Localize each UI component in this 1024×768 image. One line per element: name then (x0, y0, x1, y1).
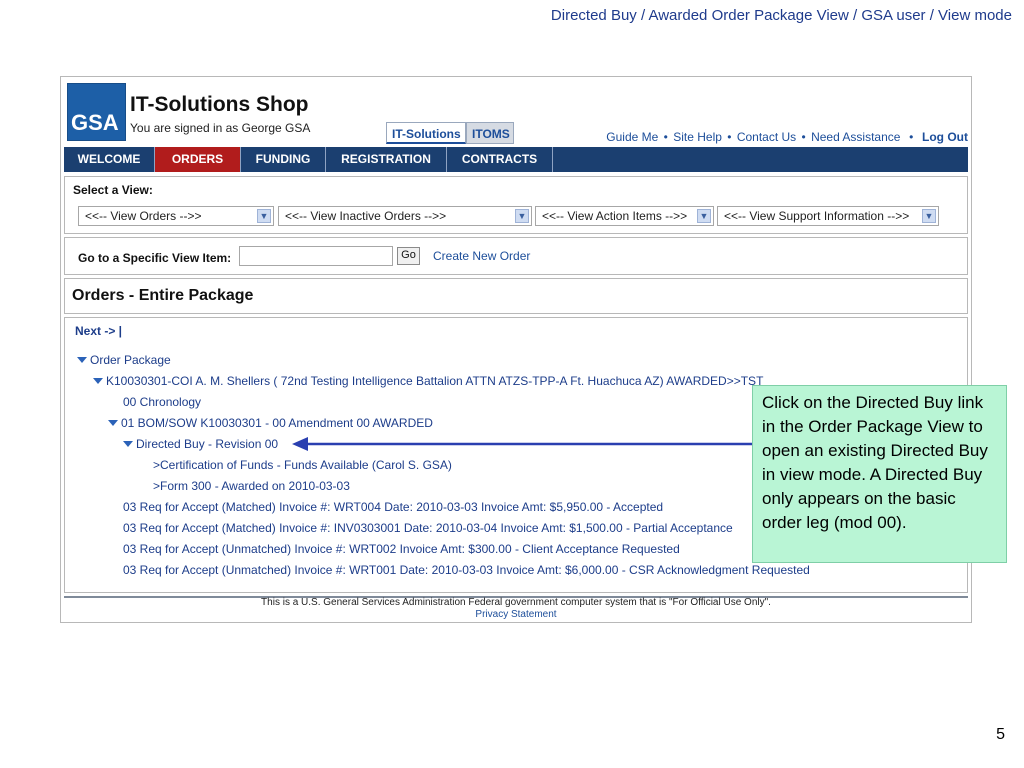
tree-label: >Certification of Funds - Funds Availabl… (153, 458, 452, 472)
tree-label: 03 Req for Accept (Unmatched) Invoice #:… (123, 542, 680, 556)
go-button[interactable]: Go (397, 247, 420, 265)
footer-notice: This is a U.S. General Services Administ… (261, 597, 771, 608)
tree-label: K10030301-COI A. M. Shellers ( 72nd Test… (106, 374, 764, 388)
tree-chronology[interactable]: 00 Chronology (123, 395, 201, 411)
callout-arrow (292, 437, 752, 451)
select-view-panel: Select a View: <<-- View Orders -->> ▼ <… (64, 176, 968, 234)
nav-contracts[interactable]: CONTRACTS (447, 147, 553, 172)
create-new-order-link[interactable]: Create New Order (433, 249, 530, 263)
chevron-down-icon: ▼ (697, 209, 711, 223)
orders-title-panel: Orders - Entire Package (64, 278, 968, 314)
tree-invoice-wrt004[interactable]: 03 Req for Accept (Matched) Invoice #: W… (123, 500, 663, 516)
triangle-down-icon (108, 420, 118, 426)
tree-label: 00 Chronology (123, 395, 202, 409)
next-link[interactable]: Next -> | (75, 324, 122, 338)
bullet-separator: • (905, 130, 917, 144)
select-value: <<-- View Inactive Orders -->> (285, 209, 447, 223)
tree-label: Directed Buy - Revision 00 (136, 437, 279, 451)
select-view-label: Select a View: (73, 183, 153, 197)
tree-invoice-wrt001[interactable]: 03 Req for Accept (Unmatched) Invoice #:… (123, 563, 810, 579)
tree-order-package[interactable]: Order Package (77, 353, 171, 369)
nav-welcome[interactable]: WELCOME (64, 147, 155, 172)
view-orders-select[interactable]: <<-- View Orders -->> ▼ (78, 206, 274, 226)
tree-directed-buy-link[interactable]: Directed Buy - Revision 00 (123, 437, 278, 453)
page-title: Orders - Entire Package (72, 287, 254, 304)
view-item-input[interactable] (239, 246, 393, 266)
gsa-logo[interactable]: GSA (67, 83, 126, 141)
nav-registration[interactable]: REGISTRATION (326, 147, 447, 172)
tree-label: 03 Req for Accept (Unmatched) Invoice #:… (123, 563, 810, 577)
signed-in-text: You are signed in as George GSA (130, 121, 311, 135)
bullet-separator: • (801, 130, 806, 144)
header: GSA IT-Solutions Shop You are signed in … (61, 77, 971, 147)
tree-label: 03 Req for Accept (Matched) Invoice #: I… (123, 521, 733, 535)
triangle-down-icon (93, 378, 103, 384)
slide-title: Directed Buy / Awarded Order Package Vie… (550, 7, 1012, 24)
select-value: <<-- View Action Items -->> (542, 209, 688, 223)
triangle-down-icon (123, 441, 133, 447)
tree-label: >Form 300 - Awarded on 2010-03-03 (153, 479, 350, 493)
select-value: <<-- View Support Information -->> (724, 209, 910, 223)
tab-itoms[interactable]: ITOMS (466, 122, 514, 144)
app-title: IT-Solutions Shop (130, 93, 309, 116)
tree-form-300[interactable]: >Form 300 - Awarded on 2010-03-03 (153, 479, 350, 495)
goto-view-label: Go to a Specific View Item: (78, 251, 232, 265)
privacy-statement-link[interactable]: Privacy Statement (61, 609, 971, 620)
chevron-down-icon: ▼ (515, 209, 529, 223)
chevron-down-icon: ▼ (257, 209, 271, 223)
view-support-info-select[interactable]: <<-- View Support Information -->> ▼ (717, 206, 939, 226)
tree-label: Order Package (90, 353, 171, 367)
nav-funding[interactable]: FUNDING (241, 147, 326, 172)
tree-bom-sow[interactable]: 01 BOM/SOW K10030301 - 00 Amendment 00 A… (108, 416, 433, 432)
contact-us-link[interactable]: Contact Us (737, 130, 796, 144)
log-out-link[interactable]: Log Out (922, 130, 968, 144)
tab-it-solutions[interactable]: IT-Solutions (386, 122, 466, 144)
arrow-head (292, 437, 308, 451)
slide-number: 5 (996, 726, 1005, 743)
site-help-link[interactable]: Site Help (673, 130, 722, 144)
view-action-items-select[interactable]: <<-- View Action Items -->> ▼ (535, 206, 714, 226)
tree-invoice-wrt002[interactable]: 03 Req for Accept (Unmatched) Invoice #:… (123, 542, 680, 558)
guide-me-link[interactable]: Guide Me (606, 130, 658, 144)
need-assistance-link[interactable]: Need Assistance (811, 130, 900, 144)
chevron-down-icon: ▼ (922, 209, 936, 223)
tree-label: 01 BOM/SOW K10030301 - 00 Amendment 00 A… (121, 416, 433, 430)
tree-label: 03 Req for Accept (Matched) Invoice #: W… (123, 500, 664, 514)
bullet-separator: • (727, 130, 732, 144)
nav-orders[interactable]: ORDERS (155, 147, 241, 172)
select-value: <<-- View Orders -->> (85, 209, 202, 223)
triangle-down-icon (77, 357, 87, 363)
tree-invoice-inv0303001[interactable]: 03 Req for Accept (Matched) Invoice #: I… (123, 521, 733, 537)
callout-note: Click on the Directed Buy link in the Or… (752, 385, 1007, 563)
bullet-separator: • (663, 130, 668, 144)
tree-order-k10030301[interactable]: K10030301-COI A. M. Shellers ( 72nd Test… (93, 374, 763, 390)
logo-text: GSA (71, 110, 119, 135)
view-inactive-orders-select[interactable]: <<-- View Inactive Orders -->> ▼ (278, 206, 532, 226)
utility-links: Guide Me • Site Help • Contact Us • Need… (606, 130, 968, 144)
tree-certification-of-funds[interactable]: >Certification of Funds - Funds Availabl… (153, 458, 452, 474)
main-nav: WELCOME ORDERS FUNDING REGISTRATION CONT… (64, 147, 968, 172)
goto-view-panel: Go to a Specific View Item: Go Create Ne… (64, 237, 968, 275)
